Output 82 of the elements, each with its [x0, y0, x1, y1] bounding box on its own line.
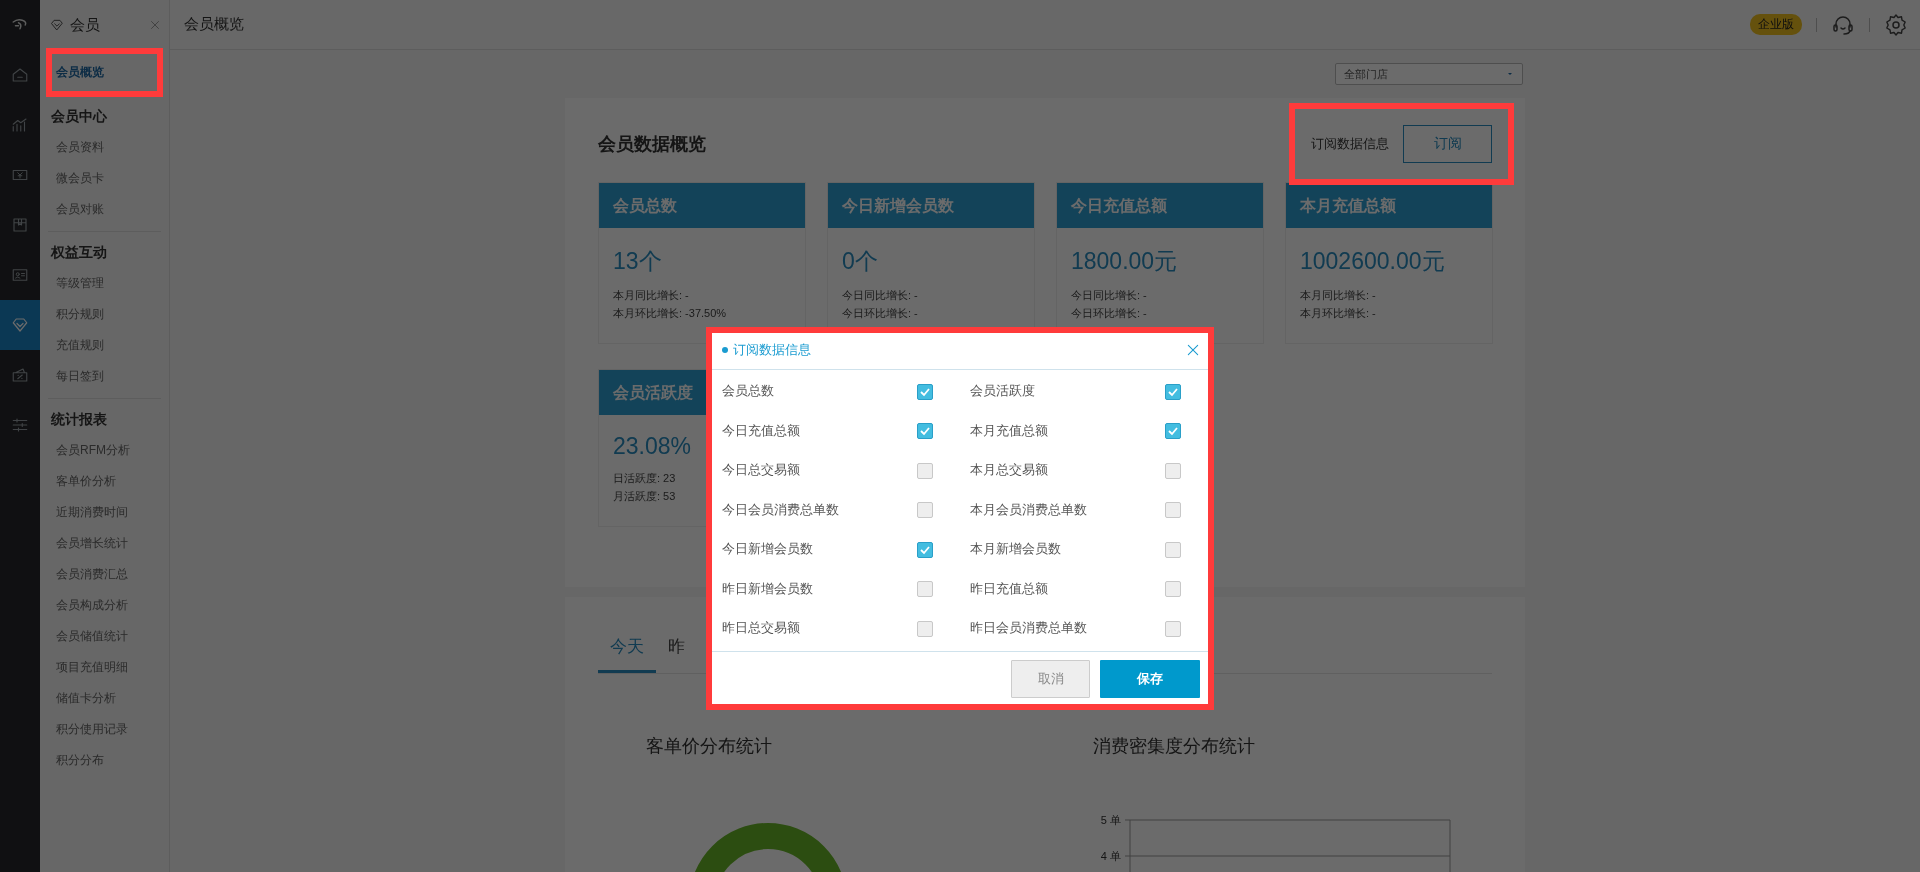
stat-detail: 本月环比增长: -37.50%	[613, 306, 727, 321]
stat-card-header: 本月充值总额	[1286, 183, 1492, 228]
stat-detail: 今日同比增长: -	[1071, 288, 1147, 303]
axis-tick-label: 5 单	[1100, 814, 1121, 826]
submenu-item[interactable]: 近期消费时间	[48, 497, 161, 528]
coupon-icon	[11, 366, 29, 384]
checkbox[interactable]	[917, 541, 933, 558]
checkbox[interactable]	[1165, 423, 1181, 440]
stat-detail: 今日环比增长: -	[842, 306, 918, 321]
checkbox[interactable]	[1165, 581, 1181, 598]
option-label: 今日新增会员数	[722, 541, 813, 559]
checkbox[interactable]	[1165, 541, 1181, 558]
option-label: 会员活跃度	[970, 383, 1035, 401]
stat-detail: 本月同比增长: -	[1300, 288, 1376, 303]
subscribe-label: 订阅数据信息	[1311, 135, 1389, 153]
option-label: 昨日会员消费总单数	[970, 620, 1087, 638]
chart-title: 客单价分布统计	[646, 735, 773, 758]
checkbox[interactable]	[1165, 502, 1181, 519]
checkbox[interactable]	[917, 581, 933, 598]
stat-card-header: 今日新增会员数	[828, 183, 1034, 228]
checkbox[interactable]	[1165, 620, 1181, 637]
submenu-item[interactable]: 积分使用记录	[48, 714, 161, 745]
submenu-item[interactable]: 会员概览	[48, 50, 161, 95]
option-label: 昨日充值总额	[970, 580, 1048, 598]
settings-icon[interactable]	[1884, 12, 1908, 37]
checkbox[interactable]	[917, 423, 933, 440]
stat-value: 1800.00元	[1071, 247, 1178, 276]
submenu-group-title: 会员中心	[50, 107, 108, 126]
stat-value: 0个	[842, 247, 878, 276]
close-icon[interactable]	[149, 19, 161, 31]
bullet-icon	[722, 347, 728, 353]
submenu-group-title: 统计报表	[50, 410, 108, 429]
chart-title: 消费密集度分布统计	[1093, 735, 1256, 758]
submenu-group-title: 权益互动	[50, 243, 108, 262]
checkbox[interactable]	[917, 383, 933, 400]
option-label: 今日总交易额	[722, 462, 800, 480]
store-select[interactable]: 全部门店	[1335, 63, 1523, 85]
home-icon	[11, 66, 29, 84]
tab[interactable]: 昨	[656, 627, 697, 673]
stat-card-header: 今日充值总额	[1057, 183, 1263, 228]
submenu-item[interactable]: 积分分布	[48, 745, 161, 776]
stat-detail: 本月环比增长: -	[1300, 306, 1376, 321]
option-label: 昨日新增会员数	[722, 580, 813, 598]
option-label: 今日充值总额	[722, 422, 800, 440]
option-label: 本月充值总额	[970, 422, 1048, 440]
stat-value: 23.08%	[613, 433, 691, 460]
edition-badge: 企业版	[1750, 14, 1802, 35]
chart-icon	[11, 116, 29, 134]
option-label: 今日会员消费总单数	[722, 501, 839, 519]
checkbox[interactable]	[917, 462, 933, 479]
checkbox[interactable]	[1165, 462, 1181, 479]
checkbox[interactable]	[917, 502, 933, 519]
diamond-icon	[50, 18, 64, 32]
page-title: 会员概览	[184, 15, 245, 34]
tab[interactable]: 今天	[598, 627, 656, 673]
option-label: 本月会员消费总单数	[970, 501, 1087, 519]
stat-card-header: 会员总数	[599, 183, 805, 228]
section-title: 会员数据概览	[598, 133, 707, 156]
checkbox[interactable]	[917, 620, 933, 637]
stat-detail: 月活跃度: 53	[613, 489, 676, 504]
sliders-icon	[11, 416, 29, 434]
subscribe-button[interactable]: 订阅	[1403, 125, 1492, 163]
id-card-icon	[11, 266, 29, 284]
stat-value: 1002600.00元	[1300, 247, 1445, 276]
option-label: 本月总交易额	[970, 462, 1048, 480]
box-icon	[11, 216, 29, 234]
stat-detail: 今日环比增长: -	[1071, 306, 1147, 321]
option-label: 本月新增会员数	[970, 541, 1061, 559]
checkbox[interactable]	[1165, 383, 1181, 400]
diamond-icon	[11, 316, 29, 334]
close-icon[interactable]	[1186, 343, 1200, 357]
stat-detail: 今日同比增长: -	[842, 288, 918, 303]
save-button[interactable]: 保存	[1100, 659, 1200, 698]
submenu-title: 会员	[70, 15, 101, 35]
caret-icon	[1506, 70, 1514, 78]
stat-detail: 本月同比增长: -	[613, 288, 689, 303]
stat-value: 13个	[613, 247, 662, 276]
option-label: 昨日总交易额	[722, 620, 800, 638]
option-label: 会员总数	[722, 383, 774, 401]
dialog-title: 订阅数据信息	[733, 341, 812, 359]
stat-detail: 日活跃度: 23	[613, 471, 676, 486]
axis-tick-label: 4 单	[1100, 850, 1121, 862]
